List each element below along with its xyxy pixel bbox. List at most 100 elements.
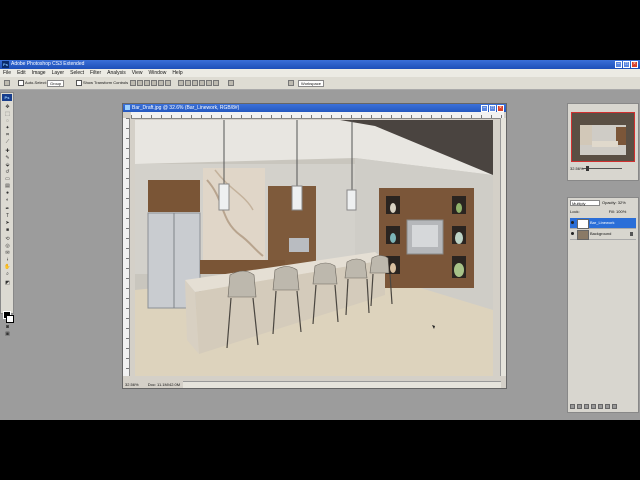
blend-mode-select[interactable]: Multiply xyxy=(570,200,600,206)
distribute-right-icon[interactable] xyxy=(213,80,219,86)
layer-row-bar-linework[interactable]: Bar_Linework xyxy=(570,218,636,229)
align-center-icon[interactable] xyxy=(158,80,164,86)
workspace-label: Workspace xyxy=(298,80,324,87)
history-brush-tool-icon[interactable]: ↺ xyxy=(4,170,11,175)
transform-controls-label: Show Transform Controls xyxy=(83,80,129,86)
link-layers-icon[interactable] xyxy=(570,404,575,409)
gradient-tool-icon[interactable]: ▤ xyxy=(4,184,11,189)
lasso-tool-icon[interactable]: ◌ xyxy=(4,119,11,124)
distribute-center-icon[interactable] xyxy=(206,80,212,86)
zoom-level[interactable]: 32.56% xyxy=(125,382,139,387)
quick-mask-icon[interactable]: ◙ xyxy=(4,325,11,330)
opacity-control[interactable]: Opacity: 32% xyxy=(602,200,626,206)
navigator-zoom-knob[interactable] xyxy=(586,166,589,171)
layer-row-background[interactable]: Background xyxy=(570,229,636,240)
eraser-tool-icon[interactable]: ▭ xyxy=(4,177,11,182)
path-selection-tool-icon[interactable]: ➤ xyxy=(4,221,11,226)
layer-thumbnail xyxy=(577,230,589,240)
crop-tool-icon[interactable]: ⌗ xyxy=(4,133,11,138)
menu-edit[interactable]: Edit xyxy=(14,69,29,77)
doc-minimize-button[interactable]: – xyxy=(481,105,488,112)
brush-tool-icon[interactable]: ✎ xyxy=(4,156,11,161)
clone-stamp-tool-icon[interactable]: ⬙ xyxy=(4,163,11,168)
delete-layer-icon[interactable] xyxy=(612,404,617,409)
notes-tool-icon[interactable]: ✉ xyxy=(4,251,11,256)
blur-tool-icon[interactable]: ● xyxy=(4,191,11,196)
auto-select-option[interactable]: Auto-Select: xyxy=(18,80,47,86)
new-layer-icon[interactable] xyxy=(605,404,610,409)
background-color-swatch[interactable] xyxy=(6,315,14,323)
layers-panel: Multiply Opacity: 32% Lock: Fill: 100% B… xyxy=(567,197,639,413)
workspace-dropdown[interactable]: Workspace xyxy=(298,80,324,87)
lock-icon xyxy=(630,232,633,236)
document-title-bar[interactable]: Bar_Draft.jpg @ 32.6% (Bar_Linework, RGB… xyxy=(123,104,506,112)
layer-style-icon[interactable] xyxy=(577,404,582,409)
horizontal-ruler[interactable] xyxy=(131,112,504,119)
layers-footer xyxy=(570,404,617,409)
vertical-ruler[interactable] xyxy=(123,118,130,376)
zoom-tool-icon[interactable]: ⌕ xyxy=(4,272,11,277)
type-tool-icon[interactable]: T xyxy=(4,214,11,219)
close-button[interactable]: × xyxy=(631,61,638,68)
shape-tool-icon[interactable]: ■ xyxy=(4,228,11,233)
maximize-button[interactable]: □ xyxy=(623,61,630,68)
marquee-tool-icon[interactable]: ⬚ xyxy=(4,112,11,117)
menu-image[interactable]: Image xyxy=(29,69,49,77)
3d-orbit-tool-icon[interactable]: ◎ xyxy=(4,244,11,249)
document-status-bar: 32.56% Doc: 11.1M/42.0M xyxy=(123,382,183,388)
minimize-button[interactable]: – xyxy=(615,61,622,68)
transform-controls-checkbox[interactable] xyxy=(76,80,82,86)
navigator-thumbnail[interactable] xyxy=(571,112,635,162)
move-tool-preset-icon[interactable] xyxy=(4,80,10,86)
layer-name: Bar_Linework xyxy=(590,220,615,225)
screen-mode-icon[interactable]: ▣ xyxy=(4,332,11,337)
menu-filter[interactable]: Filter xyxy=(87,69,104,77)
doc-close-button[interactable]: × xyxy=(497,105,504,112)
eye-icon[interactable] xyxy=(571,232,574,235)
auto-align-icon[interactable] xyxy=(228,80,234,86)
doc-maximize-button[interactable]: □ xyxy=(489,105,496,112)
align-middle-icon[interactable] xyxy=(137,80,143,86)
opacity-value[interactable]: 32% xyxy=(618,200,626,205)
distribute-left-icon[interactable] xyxy=(199,80,205,86)
transform-controls-option[interactable]: Show Transform Controls xyxy=(76,80,128,86)
vertical-scrollbar[interactable] xyxy=(500,118,506,376)
fill-value[interactable]: 100% xyxy=(616,209,626,214)
menu-view[interactable]: View xyxy=(129,69,146,77)
align-top-icon[interactable] xyxy=(130,80,136,86)
menu-analysis[interactable]: Analysis xyxy=(104,69,129,77)
horizontal-scrollbar[interactable] xyxy=(183,381,501,388)
default-colors-icon[interactable]: ◩ xyxy=(4,281,11,286)
new-group-icon[interactable] xyxy=(598,404,603,409)
auto-select-dropdown[interactable]: Group xyxy=(47,80,65,87)
layer-mask-icon[interactable] xyxy=(584,404,589,409)
3d-rotate-tool-icon[interactable]: ⟲ xyxy=(4,237,11,242)
align-right-icon[interactable] xyxy=(165,80,171,86)
lock-label: Lock: xyxy=(570,209,580,214)
menu-help[interactable]: Help xyxy=(169,69,185,77)
menu-window[interactable]: Window xyxy=(146,69,170,77)
magic-wand-tool-icon[interactable]: ✦ xyxy=(4,126,11,131)
menu-select[interactable]: Select xyxy=(67,69,87,77)
adjustment-layer-icon[interactable] xyxy=(591,404,596,409)
distribute-top-icon[interactable] xyxy=(178,80,184,86)
image-canvas[interactable] xyxy=(135,120,493,376)
dodge-tool-icon[interactable]: ◐ xyxy=(4,198,11,203)
document-size[interactable]: Doc: 11.1M/42.0M xyxy=(148,382,180,387)
hand-tool-icon[interactable]: ✋ xyxy=(4,265,11,270)
align-bottom-icon[interactable] xyxy=(144,80,150,86)
pen-tool-icon[interactable]: ✒ xyxy=(4,207,11,212)
menu-file[interactable]: File xyxy=(0,69,14,77)
move-tool-icon[interactable]: ✥ xyxy=(4,105,11,110)
kitchen-bar-rendering xyxy=(135,120,493,376)
menu-layer[interactable]: Layer xyxy=(49,69,68,77)
auto-select-checkbox[interactable] xyxy=(18,80,24,86)
healing-brush-tool-icon[interactable]: ✚ xyxy=(4,149,11,154)
distribute-middle-icon[interactable] xyxy=(185,80,191,86)
eye-icon[interactable] xyxy=(571,221,574,224)
align-left-icon[interactable] xyxy=(151,80,157,86)
fill-label: Fill: xyxy=(608,209,615,214)
distribute-bottom-icon[interactable] xyxy=(192,80,198,86)
slice-tool-icon[interactable]: ⟋ xyxy=(4,140,11,145)
eyedropper-tool-icon[interactable]: ⟊ xyxy=(4,258,11,263)
